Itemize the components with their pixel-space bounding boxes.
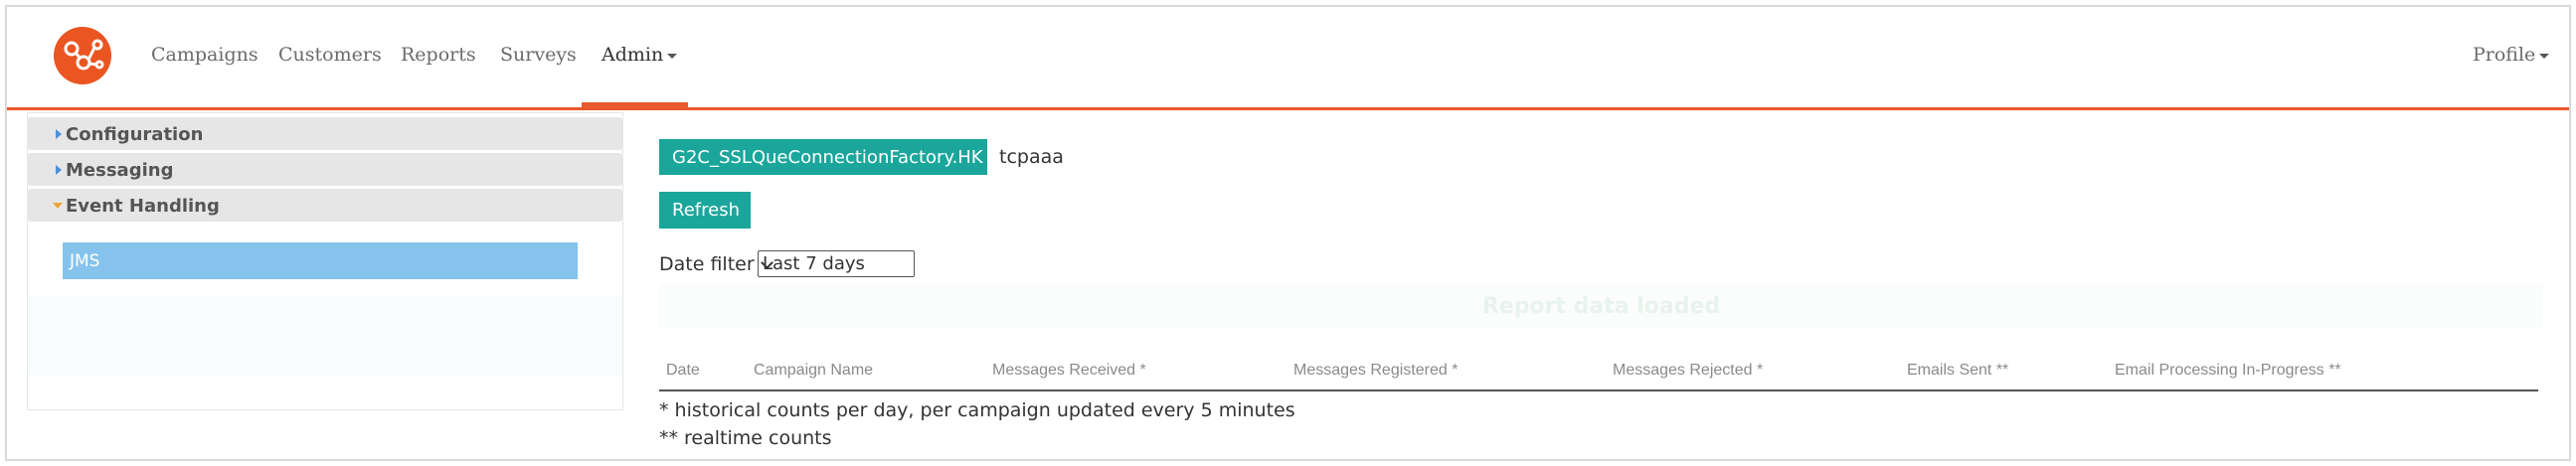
sidebar-item-jms[interactable]: JMS <box>63 242 578 279</box>
table-header-divider <box>659 389 2538 391</box>
triangle-down-icon <box>53 203 63 209</box>
top-navbar: Campaigns Customers Reports Surveys Admi… <box>7 7 2569 110</box>
caret-down-icon <box>2539 53 2550 59</box>
date-filter-select[interactable]: Last 7 days <box>758 250 915 277</box>
nav-admin-label: Admin <box>601 44 664 66</box>
column-header-messages-registered[interactable]: Messages Registered * <box>1293 362 1458 380</box>
column-header-date[interactable]: Date <box>666 362 700 380</box>
status-text: Report data loaded <box>1481 294 1721 319</box>
sidebar-section-configuration[interactable]: Configuration <box>28 117 622 150</box>
connection-name: tcpaaa <box>999 146 1064 168</box>
column-header-messages-rejected[interactable]: Messages Rejected * <box>1613 362 1763 380</box>
column-header-messages-received[interactable]: Messages Received * <box>992 362 1146 380</box>
column-header-campaign-name[interactable]: Campaign Name <box>754 362 873 380</box>
refresh-button[interactable]: Refresh <box>659 192 751 229</box>
sidebar-section-label: Messaging <box>66 160 174 181</box>
refresh-label: Refresh <box>672 200 740 221</box>
nav-profile-dropdown[interactable]: Profile <box>2473 44 2550 66</box>
nav-surveys[interactable]: Surveys <box>500 44 577 66</box>
sidebar-panel-background <box>28 296 622 376</box>
nav-reports[interactable]: Reports <box>401 44 476 66</box>
sidebar-section-event-handling[interactable]: Event Handling <box>28 189 622 222</box>
column-header-email-processing[interactable]: Email Processing In-Progress ** <box>2115 362 2341 380</box>
date-filter-label: Date filter <box>659 253 755 275</box>
app-frame: Campaigns Customers Reports Surveys Admi… <box>5 5 2571 461</box>
sidebar-section-label: Configuration <box>66 124 204 145</box>
nav-customers[interactable]: Customers <box>278 44 382 66</box>
sidebar-item-label: JMS <box>70 251 100 271</box>
sidebar-section-label: Event Handling <box>66 196 220 217</box>
nav-campaigns[interactable]: Campaigns <box>151 44 258 66</box>
date-filter-value: Last 7 days <box>763 253 865 274</box>
status-message: Report data loaded <box>659 284 2543 328</box>
triangle-right-icon <box>56 165 62 175</box>
triangle-right-icon <box>56 129 62 139</box>
sidebar-section-messaging[interactable]: Messaging <box>28 153 622 186</box>
brand-logo-icon[interactable] <box>54 27 111 84</box>
caret-down-icon <box>667 53 678 59</box>
connection-factory-button[interactable]: G2C_SSLQueConnectionFactory.HK <box>659 139 987 175</box>
nav-admin-dropdown[interactable]: Admin <box>601 44 678 66</box>
connection-factory-label: G2C_SSLQueConnectionFactory.HK <box>672 147 983 168</box>
active-nav-indicator <box>582 102 688 109</box>
footnote-realtime: ** realtime counts <box>659 427 832 449</box>
nav-profile-label: Profile <box>2473 44 2536 66</box>
footnote-historical: * historical counts per day, per campaig… <box>659 399 1295 421</box>
column-header-emails-sent[interactable]: Emails Sent ** <box>1907 362 2008 380</box>
sidebar: Configuration Messaging Event Handling J… <box>27 112 623 410</box>
